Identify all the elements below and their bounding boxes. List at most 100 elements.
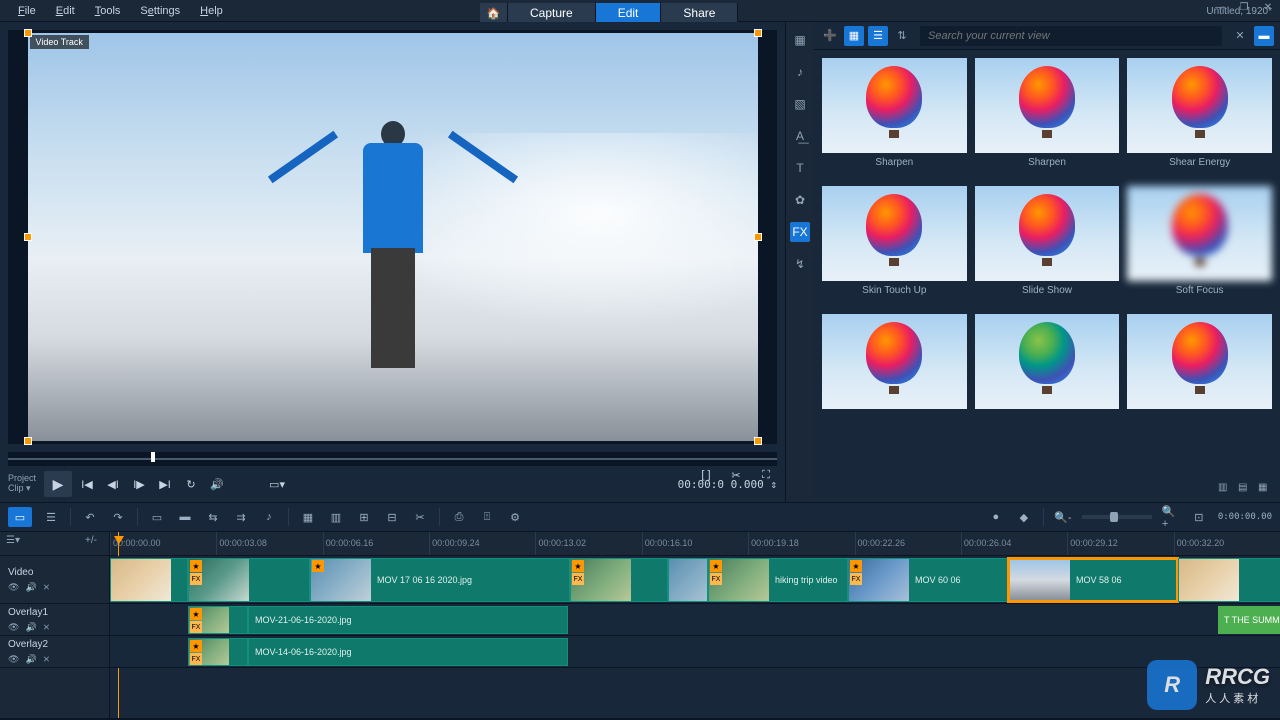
tool-icon[interactable]: ⚙ xyxy=(506,508,524,526)
timeline-clip[interactable] xyxy=(668,558,708,602)
timeline-view-icon[interactable]: ☰ xyxy=(42,508,60,526)
clear-search-icon[interactable]: ✕ xyxy=(1230,26,1250,46)
timeline-ruler[interactable]: 00:00:00.0000:00:03.0800:00:06.1600:00:0… xyxy=(110,532,1280,556)
resize-handle[interactable] xyxy=(754,29,762,37)
timeline-tracks-area[interactable]: 00:00:00.0000:00:03.0800:00:06.1600:00:0… xyxy=(110,532,1280,718)
zoom-slider[interactable] xyxy=(1082,515,1152,519)
titles-category-icon[interactable]: A͟ xyxy=(790,126,810,146)
timeline-clip[interactable]: MOV-21-06-16-2020.jpg xyxy=(248,606,568,634)
fx-thumbnail[interactable] xyxy=(975,314,1120,434)
timeline-playhead[interactable] xyxy=(110,532,122,556)
tool-icon[interactable]: ⇉ xyxy=(232,508,250,526)
add-track-icon[interactable]: +/- xyxy=(85,535,103,553)
resize-handle[interactable] xyxy=(24,233,32,241)
tool-icon[interactable]: ▭ xyxy=(148,508,166,526)
view-list-icon[interactable]: ☰ xyxy=(868,26,888,46)
redo-icon[interactable]: ↷ xyxy=(109,508,127,526)
tool-icon[interactable]: ⍐ xyxy=(478,508,496,526)
title-clip[interactable]: T THE SUMMIT xyxy=(1218,606,1280,634)
video-track[interactable]: ★FX★MOV 17 06 16 2020.jpg★FX★FXhiking tr… xyxy=(110,556,1280,604)
add-media-icon[interactable]: ➕ xyxy=(820,26,840,46)
home-button[interactable]: 🏠 xyxy=(480,3,508,23)
preview-seekbar[interactable] xyxy=(8,452,777,466)
tool-icon[interactable]: ▥ xyxy=(327,508,345,526)
tool-icon[interactable]: ▦ xyxy=(299,508,317,526)
tool-icon[interactable]: ▬ xyxy=(176,508,194,526)
visibility-icon[interactable]: 👁 xyxy=(8,582,19,593)
record-icon[interactable]: ● xyxy=(987,508,1005,526)
timeline-clip[interactable]: ★FX xyxy=(570,558,668,602)
tool-icon[interactable]: ⊞ xyxy=(355,508,373,526)
play-button[interactable]: ▶ xyxy=(44,471,72,497)
timeline-clip[interactable]: ★MOV 17 06 16 2020.jpg xyxy=(310,558,570,602)
tool-icon[interactable]: ♪ xyxy=(260,508,278,526)
sort-icon[interactable]: ⇅ xyxy=(892,26,912,46)
tab-capture[interactable]: Capture xyxy=(508,3,596,23)
timecode-display[interactable]: 0:00:00.00 xyxy=(1218,508,1272,526)
video-track-header[interactable]: Video 👁🔊⨯ xyxy=(0,556,109,604)
fx-thumbnail[interactable]: Sharpen xyxy=(975,58,1120,178)
lib-view1-icon[interactable]: ▥ xyxy=(1218,482,1234,498)
menu-file[interactable]: FFileile xyxy=(8,2,46,20)
expand-icon[interactable]: ⛶ xyxy=(755,464,777,486)
mute-icon[interactable]: 🔊 xyxy=(25,582,36,593)
text-category-icon[interactable]: T xyxy=(790,158,810,178)
audio-category-icon[interactable]: ♪ xyxy=(790,62,810,82)
tab-share[interactable]: Share xyxy=(661,3,738,23)
timeline-clip[interactable]: ★FXMOV 60 06 xyxy=(848,558,1008,602)
transitions-category-icon[interactable]: ▧ xyxy=(790,94,810,114)
undo-icon[interactable]: ↶ xyxy=(81,508,99,526)
tool-icon[interactable]: ⇆ xyxy=(204,508,222,526)
menu-tools[interactable]: Tools xyxy=(85,2,131,20)
timeline-clip[interactable] xyxy=(1178,558,1280,602)
lib-view3-icon[interactable]: ▦ xyxy=(1258,482,1274,498)
overlay1-track[interactable]: T THE SUMMIT ★FXMOV-21-06-16-2020.jpg xyxy=(110,604,1280,636)
overlay1-track-header[interactable]: Overlay1 👁🔊⨯ xyxy=(0,604,109,636)
marker-icon[interactable]: ◆ xyxy=(1015,508,1033,526)
zoom-out-icon[interactable]: 🔍- xyxy=(1054,508,1072,526)
prev-frame-button[interactable]: ◀I xyxy=(102,473,124,495)
timeline-clip[interactable]: MOV 58 06 xyxy=(1008,558,1178,602)
view-thumb-icon[interactable]: ▦ xyxy=(844,26,864,46)
mute-icon[interactable]: 🔊 xyxy=(25,622,36,633)
menu-help[interactable]: Help xyxy=(190,2,233,20)
timeline-clip[interactable]: ★FX xyxy=(188,558,310,602)
tool-icon[interactable]: ✂ xyxy=(411,508,429,526)
graphics-category-icon[interactable]: ✿ xyxy=(790,190,810,210)
preview-canvas[interactable]: Video Track xyxy=(8,30,777,444)
resize-handle[interactable] xyxy=(24,437,32,445)
storyboard-view-icon[interactable]: ▭ xyxy=(8,507,32,527)
loop-button[interactable]: ↻ xyxy=(180,473,202,495)
go-start-button[interactable]: I◀ xyxy=(76,473,98,495)
marker-tool-icon[interactable]: [ ] xyxy=(695,464,717,486)
tool-icon[interactable]: ⊟ xyxy=(383,508,401,526)
fit-project-icon[interactable]: ⊡ xyxy=(1190,508,1208,526)
media-category-icon[interactable]: ▦ xyxy=(790,30,810,50)
resize-handle[interactable] xyxy=(754,233,762,241)
visibility-icon[interactable]: 👁 xyxy=(8,654,19,665)
library-search-input[interactable] xyxy=(920,26,1222,46)
visibility-icon[interactable]: 👁 xyxy=(8,622,19,633)
resize-handle[interactable] xyxy=(24,29,32,37)
go-end-button[interactable]: ▶I xyxy=(154,473,176,495)
fx-thumbnail[interactable]: Slide Show xyxy=(975,186,1120,306)
panel-toggle-icon[interactable]: ▬ xyxy=(1254,26,1274,46)
fx-thumbnail[interactable]: Shear Energy xyxy=(1127,58,1272,178)
lib-view2-icon[interactable]: ▤ xyxy=(1238,482,1254,498)
lock-icon[interactable]: ⨯ xyxy=(43,622,51,633)
fx-thumbnail[interactable]: Skin Touch Up xyxy=(822,186,967,306)
video-preview-frame[interactable]: Video Track xyxy=(28,33,758,441)
resize-handle[interactable] xyxy=(754,437,762,445)
timeline-clip[interactable]: MOV-14-06-16-2020.jpg xyxy=(248,638,568,666)
menu-settings[interactable]: Settings xyxy=(130,2,190,20)
next-frame-button[interactable]: I▶ xyxy=(128,473,150,495)
timeline-clip[interactable] xyxy=(110,558,188,602)
lock-icon[interactable]: ⨯ xyxy=(43,582,51,593)
overlay2-track[interactable]: ★FXMOV-14-06-16-2020.jpg xyxy=(110,636,1280,668)
preview-playhead[interactable] xyxy=(148,452,158,466)
volume-button[interactable]: 🔊 xyxy=(206,473,228,495)
fx-category-icon[interactable]: FX xyxy=(790,222,810,242)
mute-icon[interactable]: 🔊 xyxy=(25,654,36,665)
fx-thumbnail[interactable]: Sharpen xyxy=(822,58,967,178)
timeline-clip[interactable]: ★FX xyxy=(188,638,248,666)
